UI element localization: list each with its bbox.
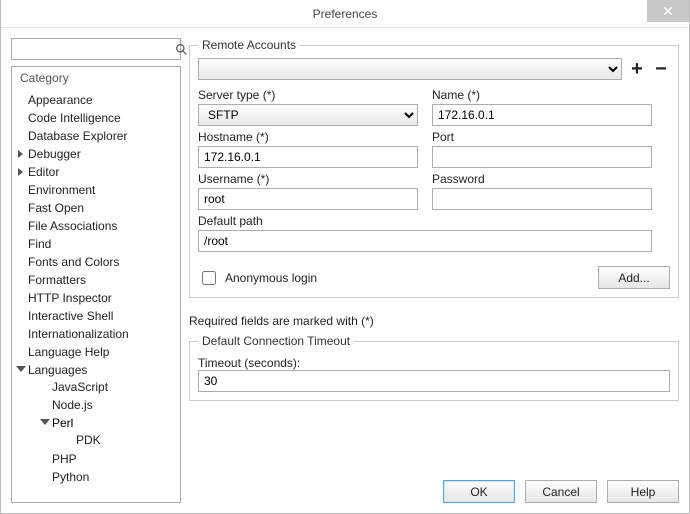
tree-item-language-help[interactable]: Language Help [18,343,180,361]
anonymous-login-checkbox[interactable]: Anonymous login [198,268,317,288]
add-account-button[interactable]: + [628,60,646,78]
timeout-label: Timeout (seconds): [198,354,670,370]
tree-item-environment[interactable]: Environment [18,181,180,199]
port-label: Port [432,128,652,144]
tree-item-perl[interactable]: Perl PDK [42,414,176,450]
search-icon [175,42,188,56]
cancel-button[interactable]: Cancel [525,480,597,503]
tree-item-internationalization[interactable]: Internationalization [18,325,180,343]
category-tree-body[interactable]: Appearance Code Intelligence Database Ex… [12,89,180,502]
close-button[interactable]: ✕ [647,0,689,22]
tree-item-database-explorer[interactable]: Database Explorer [18,127,180,145]
password-label: Password [432,170,652,186]
dialog-buttons: OK Cancel Help [189,472,679,503]
tree-item-nodejs[interactable]: Node.js [42,396,176,414]
tree-item-formatters[interactable]: Formatters [18,271,180,289]
password-input[interactable] [432,188,652,210]
filter-input[interactable] [16,41,175,57]
add-button[interactable]: Add... [598,266,670,289]
tree-item-pdk[interactable]: PDK [66,431,172,449]
tree-item-http-inspector[interactable]: HTTP Inspector [18,289,180,307]
tree-item-find[interactable]: Find [18,235,180,253]
tree-item-python[interactable]: Python [42,468,176,486]
hostname-input[interactable] [198,146,418,168]
port-input[interactable] [432,146,652,168]
default-connection-timeout-group: Default Connection Timeout Timeout (seco… [189,334,679,401]
tree-item-label: Perl [52,416,73,430]
anonymous-login-label: Anonymous login [225,271,317,285]
tree-item-fonts-and-colors[interactable]: Fonts and Colors [18,253,180,271]
default-path-input[interactable] [198,230,652,252]
tree-item-appearance[interactable]: Appearance [18,91,180,109]
username-input[interactable] [198,188,418,210]
tree-item-php[interactable]: PHP [42,450,176,468]
tree-item-debugger[interactable]: Debugger [18,145,180,163]
category-heading: Category [12,67,180,90]
tree-item-javascript[interactable]: JavaScript [42,378,176,396]
default-path-label: Default path [198,212,652,228]
timeout-input[interactable] [198,370,670,392]
filter-box[interactable] [11,38,181,60]
help-button[interactable]: Help [607,480,679,503]
anonymous-login-input[interactable] [202,271,216,285]
window-title: Preferences [313,7,378,21]
remote-accounts-legend: Remote Accounts [198,38,300,52]
timeout-legend: Default Connection Timeout [198,334,354,348]
server-type-select[interactable]: SFTP [198,104,418,126]
required-fields-note: Required fields are marked with (*) [189,314,679,328]
hostname-label: Hostname (*) [198,128,418,144]
username-label: Username (*) [198,170,418,186]
tree-item-label: Languages [28,363,87,377]
name-input[interactable] [432,104,652,126]
name-label: Name (*) [432,86,652,102]
server-type-label: Server type (*) [198,86,418,102]
ok-button[interactable]: OK [443,480,515,503]
tree-item-interactive-shell[interactable]: Interactive Shell [18,307,180,325]
left-column: Category Appearance Code Intelligence Da… [11,38,181,503]
tree-item-fast-open[interactable]: Fast Open [18,199,180,217]
preferences-dialog: Preferences ✕ Category Appearance Code I… [0,0,690,514]
content-area: Category Appearance Code Intelligence Da… [1,28,689,513]
titlebar: Preferences ✕ [1,0,689,28]
account-select[interactable] [198,58,622,80]
tree-item-file-associations[interactable]: File Associations [18,217,180,235]
close-icon: ✕ [662,4,674,18]
right-column: Remote Accounts + − Server type (*) Name… [189,38,679,503]
tree-item-languages[interactable]: Languages JavaScript Node.js Perl PDK [18,361,180,487]
tree-item-editor[interactable]: Editor [18,163,180,181]
category-tree: Category Appearance Code Intelligence Da… [11,66,181,503]
remote-accounts-group: Remote Accounts + − Server type (*) Name… [189,38,679,298]
remove-account-button[interactable]: − [652,60,670,78]
tree-item-code-intelligence[interactable]: Code Intelligence [18,109,180,127]
